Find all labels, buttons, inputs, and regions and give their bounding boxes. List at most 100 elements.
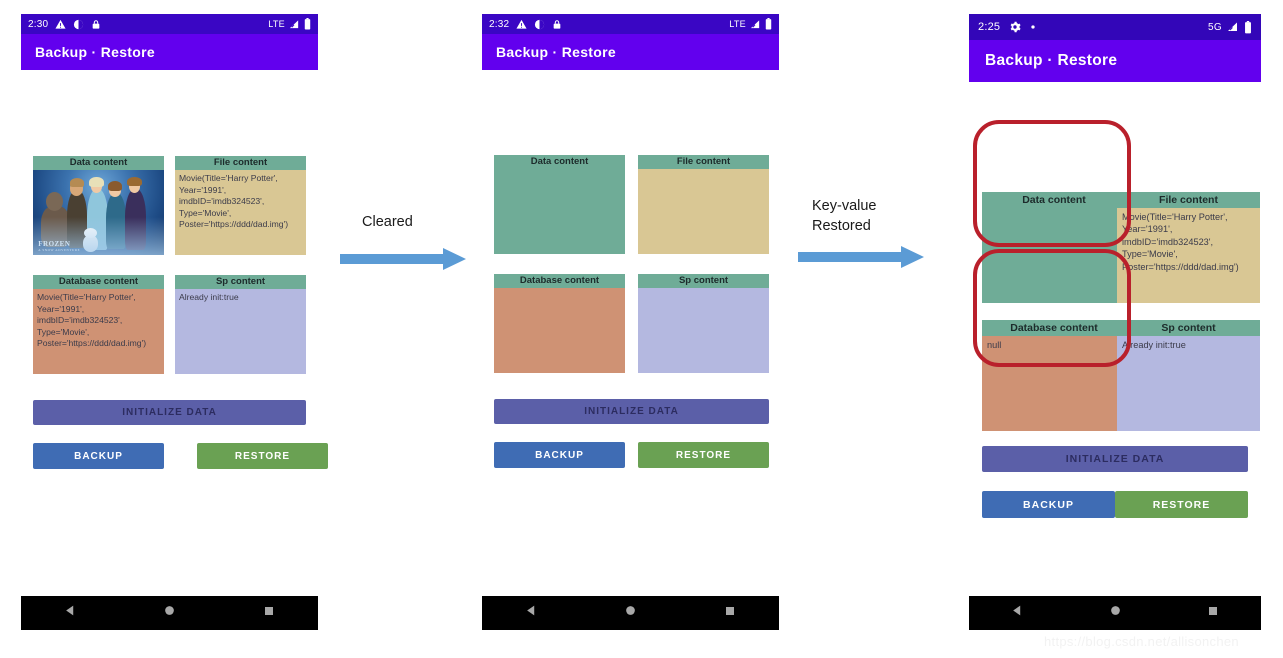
network-type-label: LTE: [268, 19, 285, 29]
navigation-bar: [969, 596, 1261, 630]
battery-icon: [1244, 20, 1252, 34]
card-database-content-body: [494, 288, 625, 373]
phone-cleared: 2:32 LTE Backup · Restore Data content F…: [482, 14, 779, 630]
card-database-content-header: Database content: [33, 275, 164, 289]
backup-button[interactable]: BACKUP: [982, 491, 1115, 518]
dot-icon: [1030, 24, 1036, 30]
card-sp-content-body: [638, 288, 769, 373]
app-bar: Backup · Restore: [482, 34, 779, 70]
status-time: 2:25: [978, 21, 1001, 33]
page-title: Backup · Restore: [496, 44, 616, 60]
card-data-content[interactable]: Data content: [982, 192, 1126, 303]
card-file-content[interactable]: File content Movie(Title='Harry Potter',…: [175, 156, 306, 255]
status-bar: 2:25 5G: [969, 14, 1261, 40]
card-sp-content[interactable]: Sp content Already init:true: [175, 275, 306, 374]
blog-watermark: https://blog.csdn.net/allisonchen: [1044, 634, 1239, 649]
battery-icon: [304, 18, 311, 30]
content-grid: Data content FROZEN A SNOW ADVENTURE Fil…: [21, 70, 318, 400]
card-data-content[interactable]: Data content: [33, 156, 164, 255]
restore-button[interactable]: RESTORE: [1115, 491, 1248, 518]
card-sp-content-header: Sp content: [175, 275, 306, 289]
card-file-content[interactable]: File content Movie(Title='Harry Potter',…: [1117, 192, 1260, 303]
card-sp-content[interactable]: Sp content: [638, 274, 769, 373]
card-data-content-header: Data content: [33, 156, 164, 170]
arrow-restored-group: Key-value Restored: [798, 196, 924, 271]
card-file-content[interactable]: File content: [638, 155, 769, 254]
card-file-content-header: File content: [638, 155, 769, 169]
status-bar: 2:30 LTE: [21, 14, 318, 34]
network-type-label: LTE: [729, 19, 746, 29]
gear-icon: [1009, 21, 1021, 33]
card-database-content-body: null: [982, 336, 1126, 431]
do-not-disturb-icon: [73, 19, 84, 30]
status-time: 2:32: [489, 18, 510, 30]
content-area: Data content File content Database conte…: [482, 70, 779, 630]
card-data-content-header: Data content: [494, 155, 625, 169]
backup-button[interactable]: BACKUP: [33, 443, 164, 469]
card-sp-content-body: Already init:true: [175, 289, 306, 374]
recents-square-icon[interactable]: [263, 604, 275, 622]
restore-button[interactable]: RESTORE: [638, 442, 769, 468]
content-area: Data content FROZEN A SNOW ADVENTURE Fil…: [21, 70, 328, 630]
recents-square-icon[interactable]: [724, 604, 736, 622]
initialize-data-button[interactable]: INITIALIZE DATA: [982, 446, 1248, 472]
warning-triangle-icon: [516, 19, 527, 30]
arrow-cleared-label: Cleared: [362, 214, 413, 230]
phone-before: 2:30 LTE Backup · Restore Data content F…: [21, 14, 328, 630]
card-sp-content[interactable]: Sp content Already init:true: [1117, 320, 1260, 431]
poster-title: FROZEN A SNOW ADVENTURE: [38, 239, 81, 252]
lock-icon: [552, 19, 562, 30]
card-data-content[interactable]: Data content: [494, 155, 625, 254]
back-triangle-icon[interactable]: [64, 604, 77, 622]
card-sp-content-body: Already init:true: [1117, 336, 1260, 431]
lock-icon: [91, 19, 101, 30]
card-file-content-body: Movie(Title='Harry Potter', Year='1991',…: [1117, 208, 1260, 303]
card-data-content-header: Data content: [982, 192, 1126, 208]
do-not-disturb-icon: [534, 19, 545, 30]
card-database-content-body: Movie(Title='Harry Potter', Year='1991',…: [33, 289, 164, 374]
recents-square-icon[interactable]: [1207, 604, 1219, 622]
card-database-content[interactable]: Database content Movie(Title='Harry Pott…: [33, 275, 164, 374]
movie-poster-image: FROZEN A SNOW ADVENTURE: [33, 170, 164, 255]
content-grid: Data content File content Movie(Title='H…: [969, 82, 1261, 432]
app-bar: Backup · Restore: [969, 40, 1261, 82]
card-database-content-header: Database content: [494, 274, 625, 288]
phone-restored: 2:25 5G Backup · Restore Data content Fi…: [969, 14, 1261, 630]
screenshot-canvas: 2:30 LTE Backup · Restore Data content F…: [0, 0, 1283, 658]
warning-triangle-icon: [55, 19, 66, 30]
back-triangle-icon[interactable]: [525, 604, 538, 622]
initialize-data-button[interactable]: INITIALIZE DATA: [33, 400, 306, 425]
card-file-content-body: [638, 169, 769, 254]
home-circle-icon[interactable]: [1109, 604, 1122, 622]
back-triangle-icon[interactable]: [1011, 604, 1024, 622]
status-bar: 2:32 LTE: [482, 14, 779, 34]
navigation-bar: [21, 596, 318, 630]
card-database-content-header: Database content: [982, 320, 1126, 336]
card-file-content-header: File content: [1117, 192, 1260, 208]
app-bar: Backup · Restore: [21, 34, 318, 70]
card-data-content-body: FROZEN A SNOW ADVENTURE: [33, 170, 164, 255]
card-file-content-header: File content: [175, 156, 306, 170]
page-title: Backup · Restore: [985, 52, 1118, 69]
restore-button[interactable]: RESTORE: [197, 443, 328, 469]
home-circle-icon[interactable]: [163, 604, 176, 622]
content-area: Data content File content Movie(Title='H…: [969, 82, 1261, 630]
signal-icon: [289, 19, 300, 30]
page-title: Backup · Restore: [35, 44, 155, 60]
card-database-content[interactable]: Database content null: [982, 320, 1126, 431]
home-circle-icon[interactable]: [624, 604, 637, 622]
navigation-bar: [482, 596, 779, 630]
network-type-label: 5G: [1208, 21, 1222, 33]
card-data-content-body: [494, 169, 625, 254]
card-database-content[interactable]: Database content: [494, 274, 625, 373]
status-time: 2:30: [28, 18, 49, 30]
initialize-data-button[interactable]: INITIALIZE DATA: [494, 399, 769, 424]
backup-button[interactable]: BACKUP: [494, 442, 625, 468]
arrow-restored-label: Key-value Restored: [812, 198, 877, 234]
signal-icon: [750, 19, 761, 30]
card-sp-content-header: Sp content: [638, 274, 769, 288]
battery-icon: [765, 18, 772, 30]
card-file-content-body: Movie(Title='Harry Potter', Year='1991',…: [175, 170, 306, 255]
arrow-restored-icon: [798, 246, 924, 273]
arrow-cleared-group: Cleared: [340, 212, 466, 272]
